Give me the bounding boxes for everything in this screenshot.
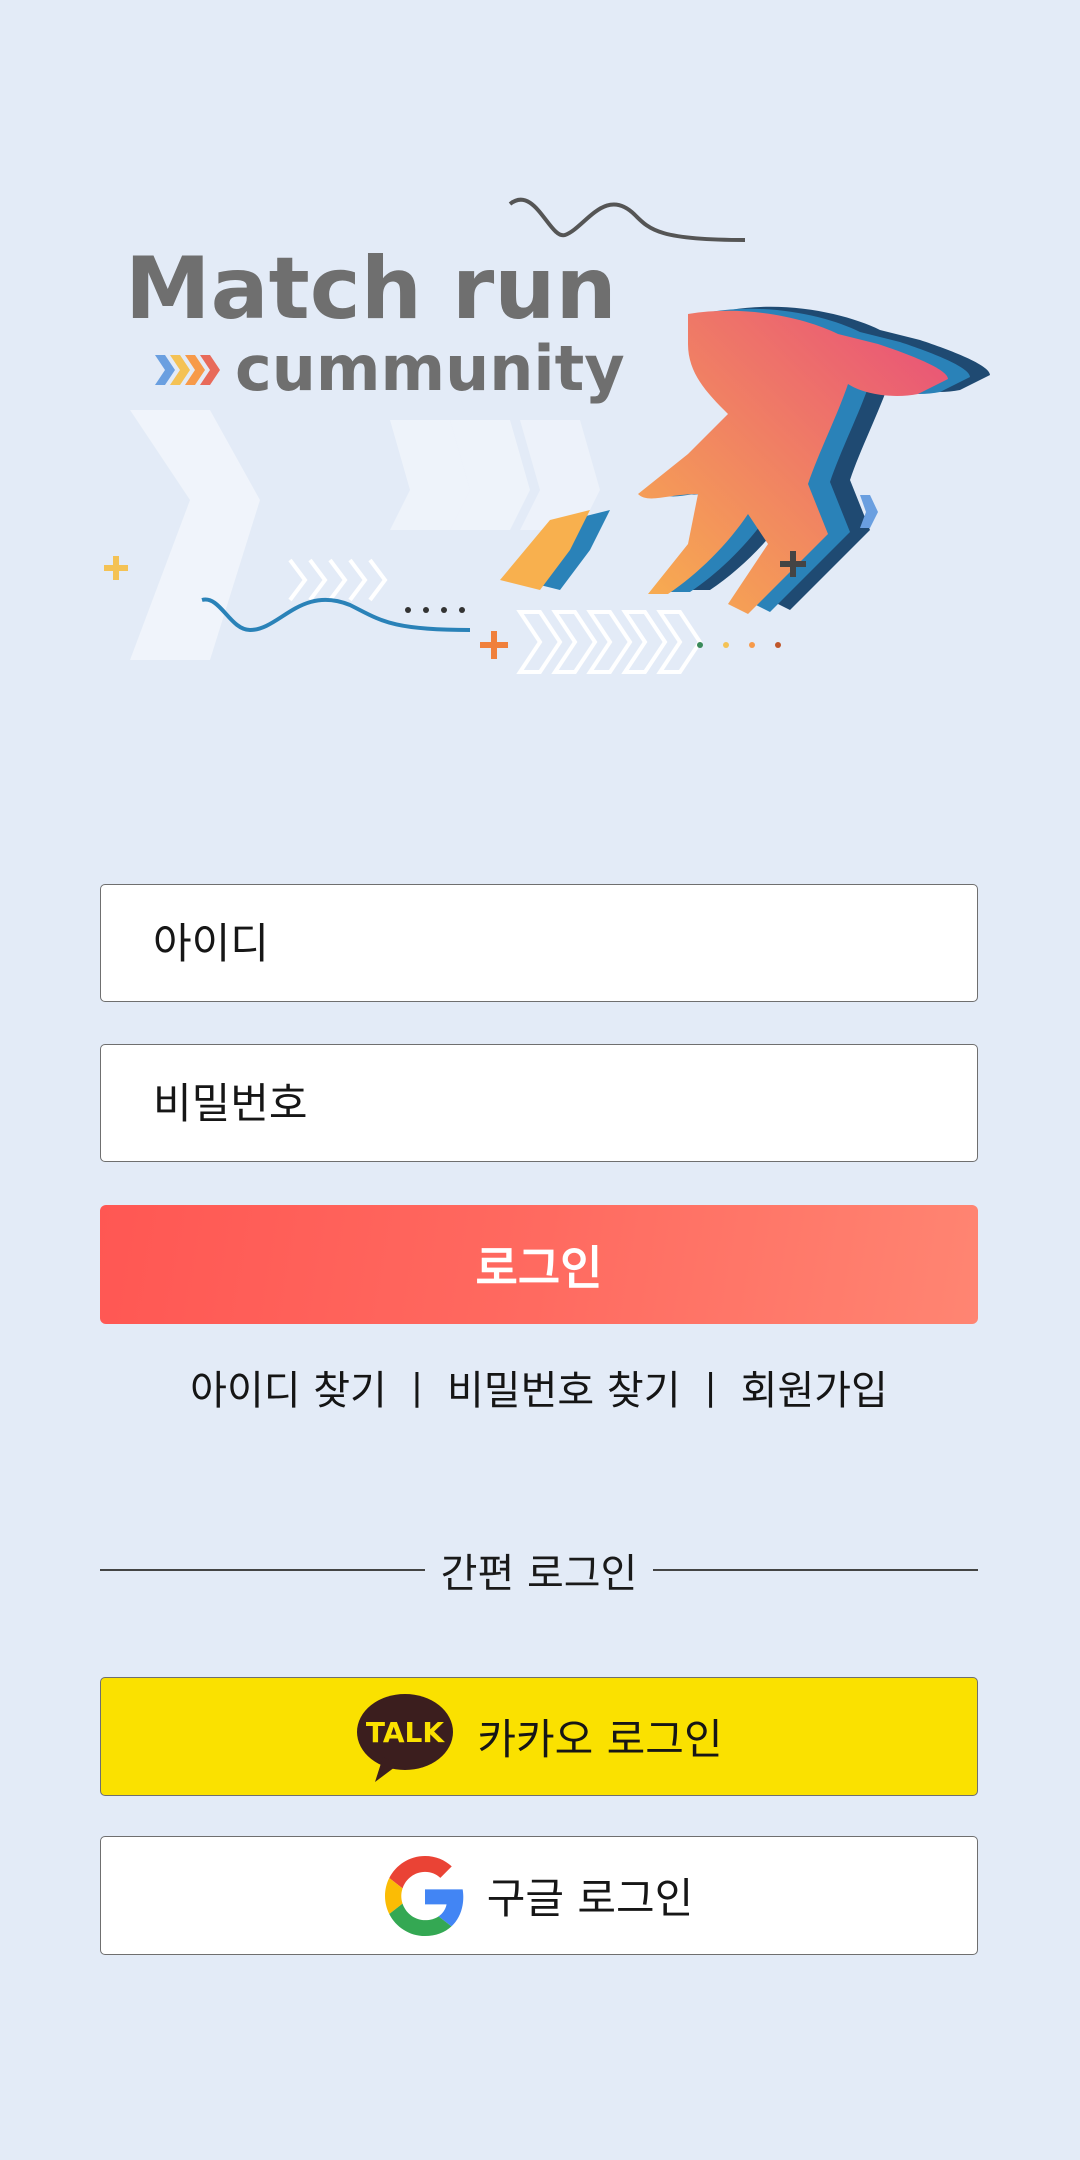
kakao-login-label: 카카오 로그인	[477, 1715, 723, 1764]
easy-login-divider: 간편 로그인	[100, 1540, 978, 1600]
logo-title-line1: Match run	[125, 239, 617, 339]
match-run-logo-illustration: Match run cummunity	[90, 190, 1000, 720]
id-field[interactable]	[100, 884, 978, 1002]
find-id-link[interactable]: 아이디 찾기	[190, 1358, 387, 1416]
kakao-icon-text: TALK	[366, 1716, 445, 1749]
google-g-icon	[384, 1855, 465, 1936]
google-login-label: 구글 로그인	[486, 1874, 694, 1923]
password-field[interactable]	[100, 1044, 978, 1162]
google-login-button[interactable]: 구글 로그인	[100, 1836, 978, 1955]
divider-line	[100, 1569, 425, 1571]
link-separator: |	[410, 1366, 423, 1408]
id-input[interactable]	[101, 885, 977, 1001]
account-links: 아이디 찾기 | 비밀번호 찾기 | 회원가입	[100, 1352, 978, 1422]
logo-title-line2: cummunity	[235, 332, 625, 405]
link-separator: |	[704, 1366, 717, 1408]
signup-link[interactable]: 회원가입	[741, 1358, 888, 1416]
easy-login-label: 간편 로그인	[440, 1551, 638, 1597]
login-button[interactable]: 로그인	[100, 1205, 978, 1324]
divider-line	[653, 1569, 978, 1571]
kakao-login-button[interactable]: TALK 카카오 로그인	[100, 1677, 978, 1796]
password-input[interactable]	[101, 1045, 977, 1161]
kakao-talk-icon: TALK	[355, 1692, 455, 1782]
find-password-link[interactable]: 비밀번호 찾기	[447, 1358, 681, 1416]
